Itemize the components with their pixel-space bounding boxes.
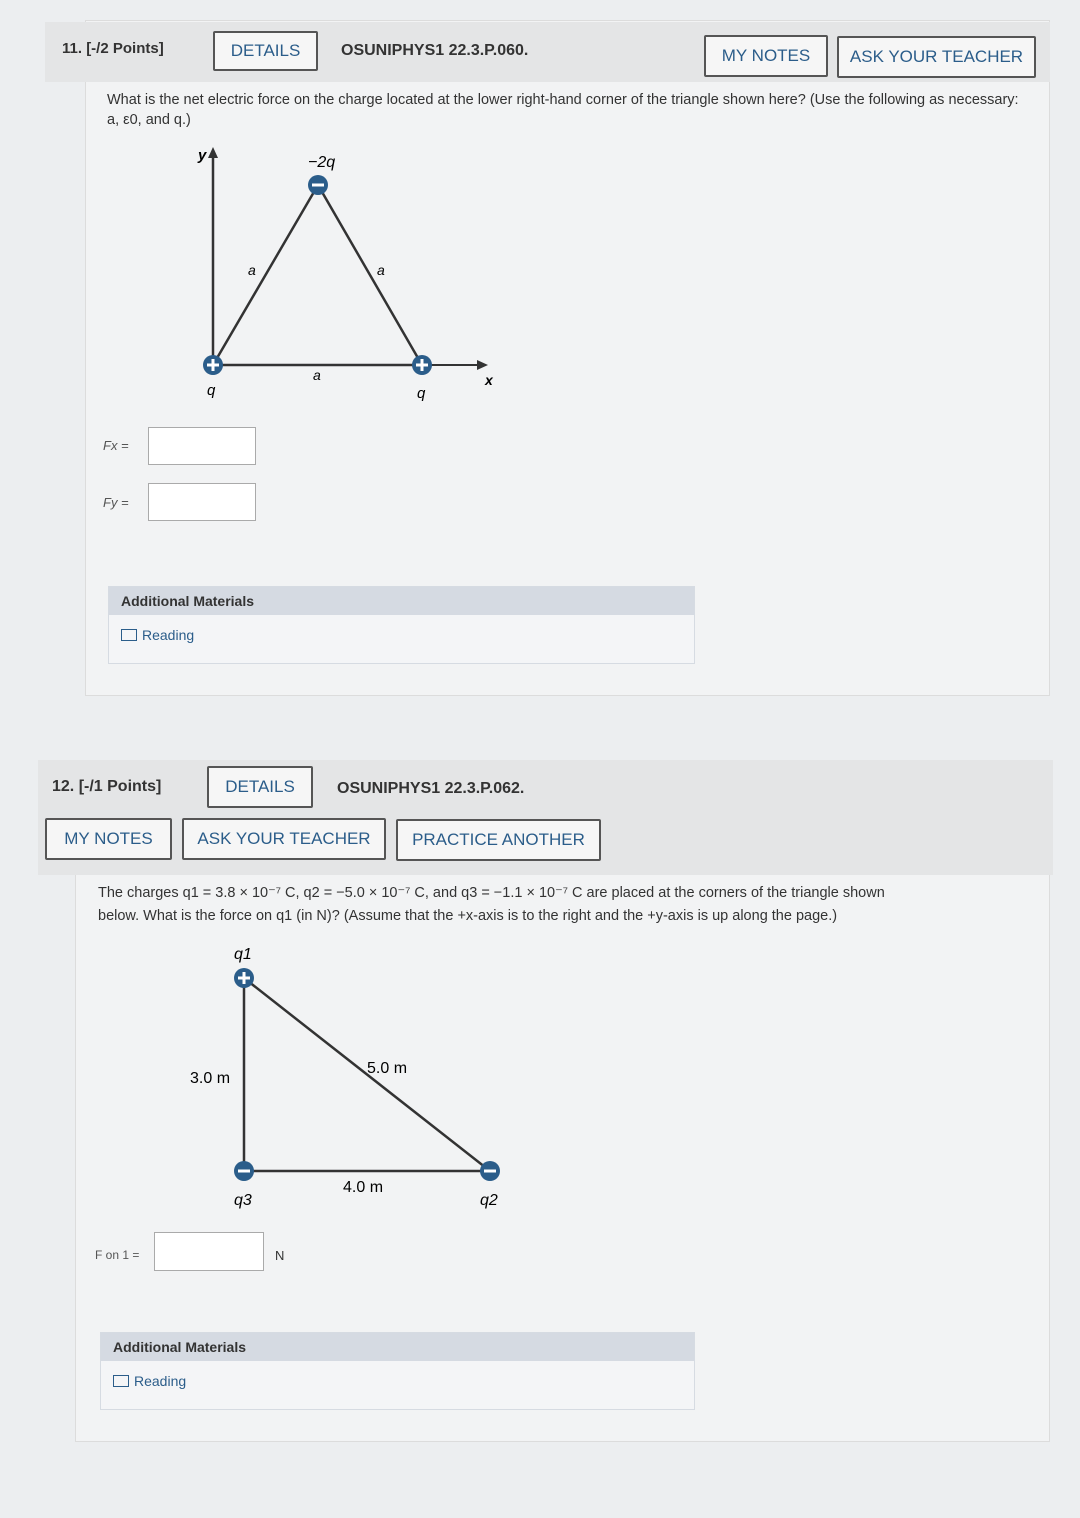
q11-code: OSUNIPHYS1 22.3.P.060. <box>341 42 529 59</box>
fy-label: Fy = <box>103 495 129 510</box>
q11-details-button[interactable]: DETAILS <box>213 31 318 71</box>
x-label: x <box>484 372 494 388</box>
book-icon <box>121 629 137 641</box>
q11-prompt: What is the net electric force on the ch… <box>107 92 1019 128</box>
q12-details-button[interactable]: DETAILS <box>207 766 313 808</box>
q12-my-notes-button[interactable]: MY NOTES <box>45 818 172 860</box>
positive-charge-icon <box>203 355 223 375</box>
additional-materials-heading: Additional Materials <box>101 1333 694 1361</box>
q12-number: 12. [-/1 Points] <box>52 778 162 795</box>
right-charge-label: q <box>417 385 426 402</box>
negative-charge-icon <box>234 1161 254 1181</box>
unit-label: N <box>275 1248 285 1263</box>
positive-charge-icon <box>234 968 254 988</box>
q12-additional-materials: Additional Materials Reading <box>100 1332 695 1410</box>
q12-ask-teacher-button[interactable]: ASK YOUR TEACHER <box>182 818 386 860</box>
fx-input[interactable] <box>148 427 256 465</box>
positive-charge-icon <box>412 355 432 375</box>
q11-additional-materials: Additional Materials Reading <box>108 586 695 664</box>
q11-ask-teacher-button[interactable]: ASK YOUR TEACHER <box>837 36 1036 78</box>
reading-label: Reading <box>142 627 195 643</box>
y-label: y <box>197 147 207 164</box>
q11-number: 11. [-/2 Points] <box>62 40 164 57</box>
negative-charge-icon <box>308 175 328 195</box>
horizontal-side-label: 4.0 m <box>343 1179 383 1196</box>
f-on-1-label: F on 1 = <box>95 1248 140 1262</box>
q2-label: q2 <box>480 1192 498 1209</box>
hypotenuse-label: 5.0 m <box>367 1060 407 1077</box>
side-left-label: a <box>248 262 256 278</box>
side-right-label: a <box>377 262 385 278</box>
reading-link[interactable]: Reading <box>101 1361 694 1401</box>
q12-triangle-diagram: q1 q2 q3 3.0 m 5.0 m 4.0 m <box>190 946 500 1209</box>
top-charge-label: −2q <box>308 154 335 171</box>
q3-label: q3 <box>234 1192 252 1209</box>
vertical-side-label: 3.0 m <box>190 1070 230 1087</box>
q12-prompt-line2: below. What is the force on q1 (in N)? (… <box>98 908 838 924</box>
f-on-1-input[interactable] <box>154 1232 264 1271</box>
side-bottom-label: a <box>313 367 321 383</box>
x-arrow-icon <box>477 360 488 370</box>
left-charge-label: q <box>207 382 216 399</box>
book-icon <box>113 1375 129 1387</box>
additional-materials-heading: Additional Materials <box>109 587 694 615</box>
reading-label: Reading <box>134 1373 187 1389</box>
q11-triangle-diagram: y x −2q q q a a a <box>197 147 494 402</box>
fy-input[interactable] <box>148 483 256 521</box>
q12-practice-another-button[interactable]: PRACTICE ANOTHER <box>396 819 601 861</box>
y-arrow-icon <box>208 147 218 158</box>
q1-label: q1 <box>234 946 252 963</box>
fx-label: Fx = <box>103 438 129 453</box>
q11-my-notes-button[interactable]: MY NOTES <box>704 35 828 77</box>
negative-charge-icon <box>480 1161 500 1181</box>
q12-prompt-line1: The charges q1 = 3.8 × 10⁻⁷ C, q2 = −5.0… <box>98 885 885 901</box>
triangle <box>210 182 425 367</box>
q12-code: OSUNIPHYS1 22.3.P.062. <box>337 780 525 797</box>
reading-link[interactable]: Reading <box>109 615 694 655</box>
